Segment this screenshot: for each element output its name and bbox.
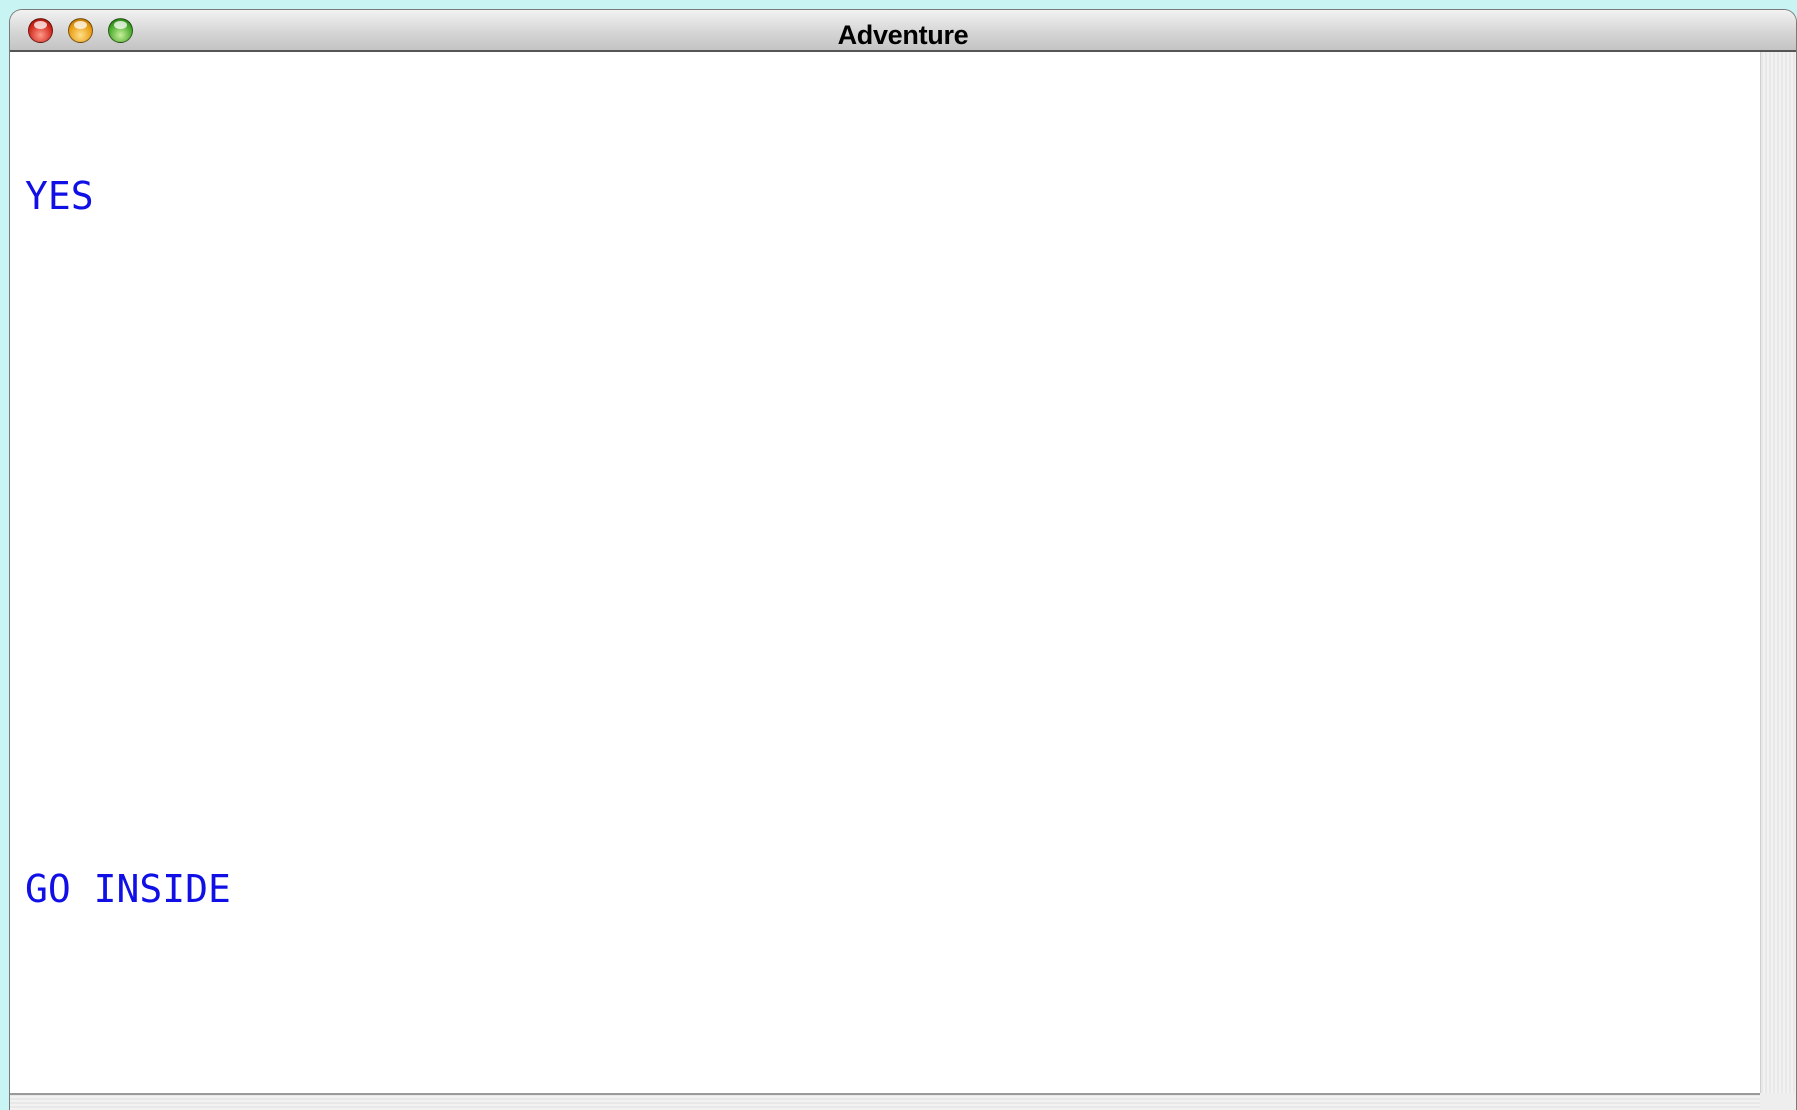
transcript-area[interactable]: YES GO INSIDE — [10, 52, 1760, 1093]
resize-handle[interactable] — [1760, 1093, 1796, 1110]
adventure-window: Adventure YES GO INSIDE — [10, 10, 1796, 1110]
horizontal-scrollbar[interactable] — [10, 1093, 1760, 1110]
transcript-line: YES — [25, 174, 94, 218]
window-title: Adventure — [837, 20, 969, 50]
transcript-line: GO INSIDE — [25, 867, 231, 911]
vertical-scrollbar[interactable] — [1760, 52, 1796, 1093]
title-bar[interactable]: Adventure — [10, 10, 1796, 52]
